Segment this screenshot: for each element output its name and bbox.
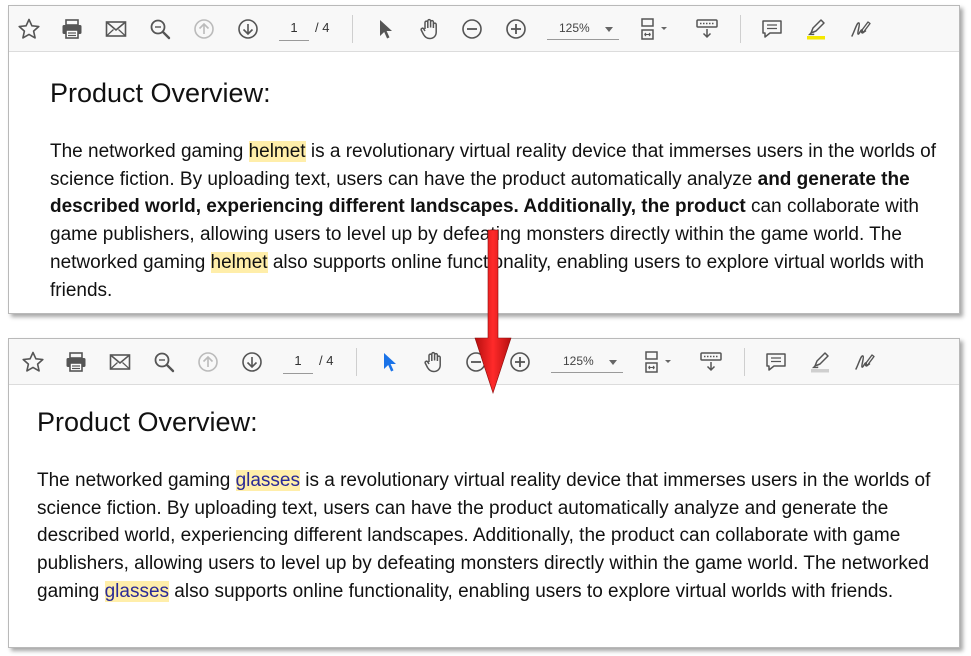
chevron-down-icon [609, 360, 617, 365]
page-fit-icon[interactable] [639, 17, 673, 41]
star-icon[interactable] [17, 17, 41, 41]
mail-icon[interactable] [104, 17, 128, 41]
comment-icon[interactable] [760, 17, 784, 41]
toolbar-divider [740, 15, 741, 43]
text-run: also supports online functionality, enab… [169, 580, 894, 602]
arrow-up-circle-icon[interactable] [196, 350, 220, 374]
print-icon[interactable] [60, 17, 84, 41]
before-panel: 1 / 4 125% Product Overview: The network… [8, 5, 960, 314]
sign-icon[interactable] [852, 350, 876, 374]
keyboard-scroll-icon[interactable] [695, 17, 719, 41]
document-page-bottom: Product Overview: The networked gaming g… [9, 385, 959, 647]
cursor-select-icon[interactable] [377, 350, 401, 374]
sign-icon[interactable] [848, 17, 872, 41]
highlighter-icon[interactable] [808, 350, 832, 374]
document-page-top: Product Overview: The networked gaming h… [9, 52, 959, 313]
highlighted-word[interactable]: helmet [248, 141, 306, 162]
body-paragraph: The networked gaming glasses is a revolu… [37, 467, 942, 606]
star-icon[interactable] [21, 350, 45, 374]
hand-icon[interactable] [417, 17, 441, 41]
zoom-level-dropdown[interactable]: 125% [551, 351, 623, 373]
page-total: / 4 [315, 20, 330, 35]
zoom-search-icon[interactable] [148, 17, 172, 41]
chevron-down-icon [605, 27, 613, 32]
toolbar-divider [352, 15, 353, 43]
zoom-level-value: 125% [559, 21, 590, 35]
toolbar-divider [356, 348, 357, 376]
mail-icon[interactable] [108, 350, 132, 374]
keyboard-scroll-icon[interactable] [699, 350, 723, 374]
zoom-search-icon[interactable] [152, 350, 176, 374]
page-total: / 4 [319, 353, 334, 368]
zoom-level-dropdown[interactable]: 125% [547, 18, 619, 40]
comment-icon[interactable] [764, 350, 788, 374]
arrow-up-circle-icon[interactable] [192, 17, 216, 41]
body-paragraph: The networked gaming helmet is a revolut… [50, 138, 955, 304]
page-heading: Product Overview: [37, 407, 258, 437]
arrow-down-circle-icon[interactable] [240, 350, 264, 374]
toolbar-top: 1 / 4 125% [9, 6, 959, 52]
after-panel: 1 / 4 125% Product Overview: The network… [8, 338, 960, 648]
page-heading: Product Overview: [50, 78, 271, 108]
text-run: The networked gaming [50, 141, 249, 162]
hand-icon[interactable] [421, 350, 445, 374]
zoom-out-icon[interactable] [464, 350, 488, 374]
zoom-in-icon[interactable] [504, 17, 528, 41]
highlighted-word[interactable]: glasses [235, 470, 300, 491]
zoom-in-icon[interactable] [508, 350, 532, 374]
page-fit-icon[interactable] [643, 350, 677, 374]
highlighted-word[interactable]: glasses [104, 580, 170, 602]
toolbar-divider [744, 348, 745, 376]
text-run: The networked gaming [37, 470, 236, 491]
print-icon[interactable] [64, 350, 88, 374]
page-number-input[interactable]: 1 [279, 18, 309, 41]
page-number-input[interactable]: 1 [283, 351, 313, 374]
zoom-out-icon[interactable] [460, 17, 484, 41]
zoom-level-value: 125% [563, 354, 594, 368]
highlighter-icon[interactable] [804, 17, 828, 41]
cursor-select-icon[interactable] [373, 17, 397, 41]
highlighted-word[interactable]: helmet [210, 251, 268, 273]
arrow-down-circle-icon[interactable] [236, 17, 260, 41]
toolbar-bottom: 1 / 4 125% [9, 339, 959, 385]
